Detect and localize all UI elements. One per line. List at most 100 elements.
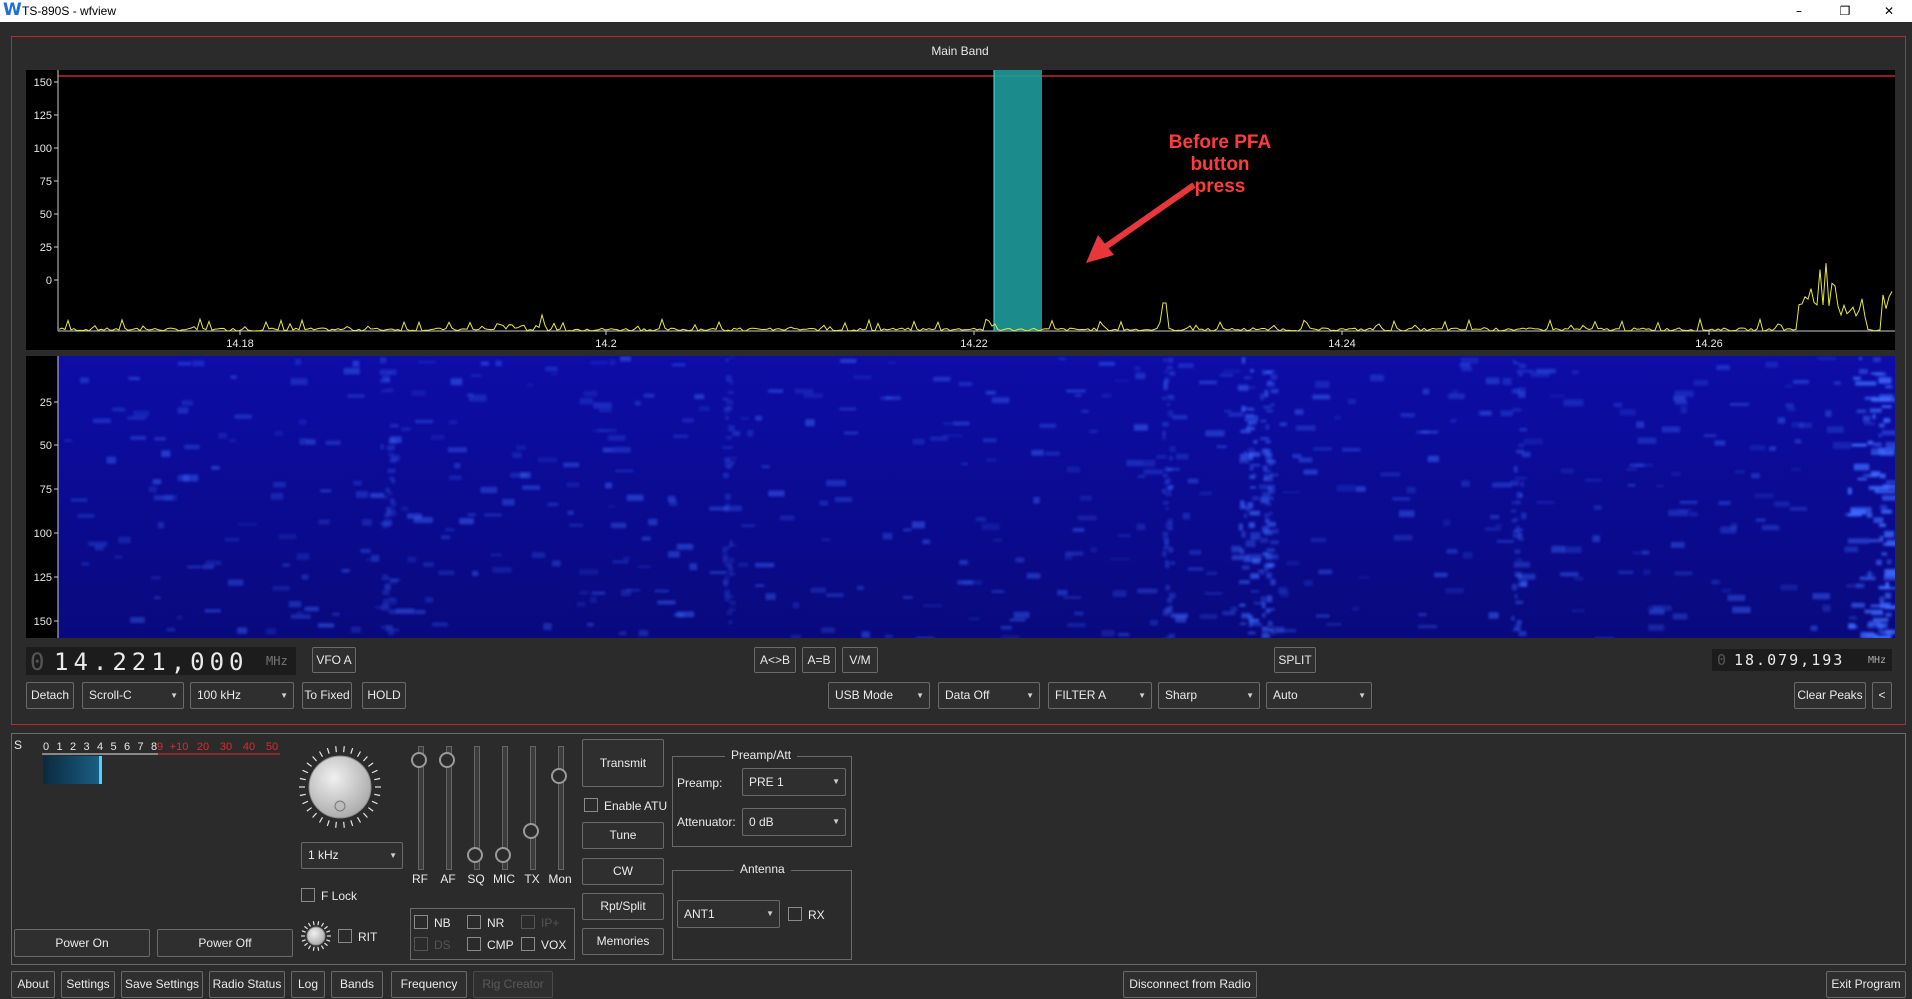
waterfall-speck bbox=[985, 390, 996, 395]
waterfall-speck bbox=[1879, 535, 1884, 540]
slider-track-tx[interactable] bbox=[530, 746, 536, 870]
waterfall-speck bbox=[1511, 616, 1515, 621]
waterfall-speck bbox=[1875, 372, 1887, 377]
mode-select[interactable]: USB Mode ▼ bbox=[828, 682, 930, 709]
disconnect-button[interactable]: Disconnect from Radio bbox=[1123, 971, 1257, 998]
detach-button[interactable]: Detach bbox=[26, 682, 74, 709]
agc-value: Auto bbox=[1273, 688, 1298, 702]
s-meter-scale-label: 1 bbox=[56, 741, 62, 753]
slider-track-mon[interactable] bbox=[558, 746, 564, 870]
waterfall-speck bbox=[1674, 571, 1693, 576]
antenna-title: Antenna bbox=[734, 862, 791, 876]
waterfall-speck bbox=[1312, 394, 1331, 400]
span-select[interactable]: 100 kHz ▼ bbox=[190, 682, 294, 709]
data-mode-select[interactable]: Data Off ▼ bbox=[938, 682, 1040, 709]
rpt-split-button[interactable]: Rpt/Split bbox=[582, 893, 664, 920]
preamp-label: Preamp: bbox=[677, 776, 723, 790]
waterfall-speck bbox=[590, 360, 608, 365]
to-fixed-button[interactable]: To Fixed bbox=[302, 682, 352, 709]
filter-shape-select[interactable]: Sharp ▼ bbox=[1158, 682, 1260, 709]
waterfall-speck bbox=[1689, 512, 1698, 517]
slider-handle-tx[interactable] bbox=[523, 823, 539, 839]
slider-handle-mon[interactable] bbox=[551, 768, 567, 784]
settings-button[interactable]: Settings bbox=[61, 971, 115, 998]
spectrum-x-tick: 14.2 bbox=[595, 338, 616, 350]
vox-checkbox[interactable]: VOX bbox=[521, 937, 566, 952]
nb-checkbox[interactable]: NB bbox=[414, 915, 451, 930]
waterfall-plot[interactable]: 25 50 75 100 125 150 bbox=[26, 356, 1895, 638]
waterfall-speck bbox=[1294, 409, 1304, 415]
split-button[interactable]: SPLIT bbox=[1274, 647, 1316, 673]
nr-checkbox[interactable]: NR bbox=[467, 915, 504, 930]
close-button[interactable]: ✕ bbox=[1866, 0, 1912, 22]
vfo-equalize-button[interactable]: A=B bbox=[802, 647, 836, 673]
waterfall-speck bbox=[1443, 519, 1451, 527]
knob-tick bbox=[304, 942, 308, 947]
scroll-mode-select[interactable]: Scroll-C ▼ bbox=[82, 682, 184, 709]
main-frequency-display[interactable]: 0 14.221,000 MHz bbox=[26, 647, 296, 676]
waterfall-speck bbox=[1143, 460, 1156, 467]
log-button[interactable]: Log bbox=[291, 971, 325, 998]
memories-button[interactable]: Memories bbox=[582, 928, 664, 955]
vfo-a-button[interactable]: VFO A bbox=[312, 647, 356, 673]
waterfall-speck bbox=[853, 375, 872, 380]
knob-tick bbox=[312, 756, 318, 762]
tuning-knob[interactable] bbox=[297, 744, 383, 830]
sub-frequency-display[interactable]: 0 18.079,193 MHz bbox=[1712, 649, 1892, 671]
waterfall-speck bbox=[1833, 442, 1851, 449]
vfo-memory-button[interactable]: V/M bbox=[842, 647, 878, 673]
tune-button[interactable]: Tune bbox=[582, 822, 664, 849]
antenna-select[interactable]: ANT1 ▼ bbox=[677, 900, 780, 928]
waterfall-speck bbox=[768, 490, 785, 497]
bands-button[interactable]: Bands bbox=[331, 971, 383, 998]
waterfall-speck bbox=[1268, 629, 1273, 632]
power-off-button[interactable]: Power Off bbox=[157, 929, 293, 957]
rit-checkbox[interactable]: RIT bbox=[338, 929, 377, 944]
frequency-button[interactable]: Frequency bbox=[391, 971, 467, 998]
hold-button[interactable]: HOLD bbox=[362, 682, 406, 709]
agc-select[interactable]: Auto ▼ bbox=[1266, 682, 1372, 709]
waterfall-speck bbox=[484, 513, 502, 517]
spectrum-plot[interactable]: 150 125 100 75 50 25 0 14.18 14.2 14.22 14.24 14.2… bbox=[26, 70, 1895, 350]
cw-button[interactable]: CW bbox=[582, 858, 664, 885]
waterfall-speck bbox=[755, 415, 762, 421]
preamp-select[interactable]: PRE 1 ▼ bbox=[742, 768, 846, 796]
vfo-swap-button[interactable]: A<>B bbox=[754, 647, 796, 673]
waterfall-speck bbox=[648, 518, 658, 526]
waterfall-speck bbox=[1326, 623, 1342, 626]
slider-handle-sq[interactable] bbox=[467, 847, 483, 864]
waterfall-speck bbox=[709, 571, 727, 574]
antenna-rx-checkbox[interactable]: RX bbox=[788, 907, 825, 922]
power-on-button[interactable]: Power On bbox=[14, 929, 150, 957]
save-settings-button[interactable]: Save Settings bbox=[121, 971, 203, 998]
maximize-button[interactable]: ❐ bbox=[1822, 0, 1868, 22]
slider-handle-mic[interactable] bbox=[495, 847, 511, 864]
waterfall-speck bbox=[1826, 426, 1844, 433]
filter-select[interactable]: FILTER A ▼ bbox=[1048, 682, 1152, 709]
waterfall-speck bbox=[1572, 370, 1579, 374]
minimize-button[interactable]: – bbox=[1776, 0, 1822, 22]
cmp-checkbox[interactable]: CMP bbox=[467, 937, 514, 952]
waterfall-speck bbox=[347, 394, 365, 398]
waterfall-speck bbox=[619, 631, 627, 636]
passband-highlight[interactable] bbox=[994, 70, 1042, 331]
f-lock-checkbox[interactable]: F Lock bbox=[301, 888, 357, 903]
exit-program-button[interactable]: Exit Program bbox=[1826, 971, 1906, 998]
about-button[interactable]: About bbox=[11, 971, 55, 998]
collapse-button[interactable]: < bbox=[1872, 682, 1892, 709]
radio-status-button[interactable]: Radio Status bbox=[209, 971, 285, 998]
slider-handle-rf[interactable] bbox=[411, 751, 427, 768]
enable-atu-checkbox[interactable]: Enable ATU bbox=[584, 798, 667, 813]
slider-handle-af[interactable] bbox=[439, 751, 455, 768]
waterfall-speck bbox=[79, 377, 89, 384]
waterfall-speck bbox=[1817, 356, 1836, 361]
waterfall-speck bbox=[1261, 448, 1269, 456]
rit-knob[interactable] bbox=[300, 920, 332, 952]
transmit-button[interactable]: Transmit bbox=[582, 739, 664, 787]
waterfall-speck bbox=[1881, 405, 1892, 408]
clear-peaks-button[interactable]: Clear Peaks bbox=[1794, 682, 1866, 709]
chevron-down-icon: ▼ bbox=[832, 817, 840, 826]
attenuator-select[interactable]: 0 dB ▼ bbox=[742, 808, 846, 836]
waterfall-speck bbox=[1230, 606, 1238, 612]
tuning-step-select[interactable]: 1 kHz ▼ bbox=[301, 842, 403, 869]
